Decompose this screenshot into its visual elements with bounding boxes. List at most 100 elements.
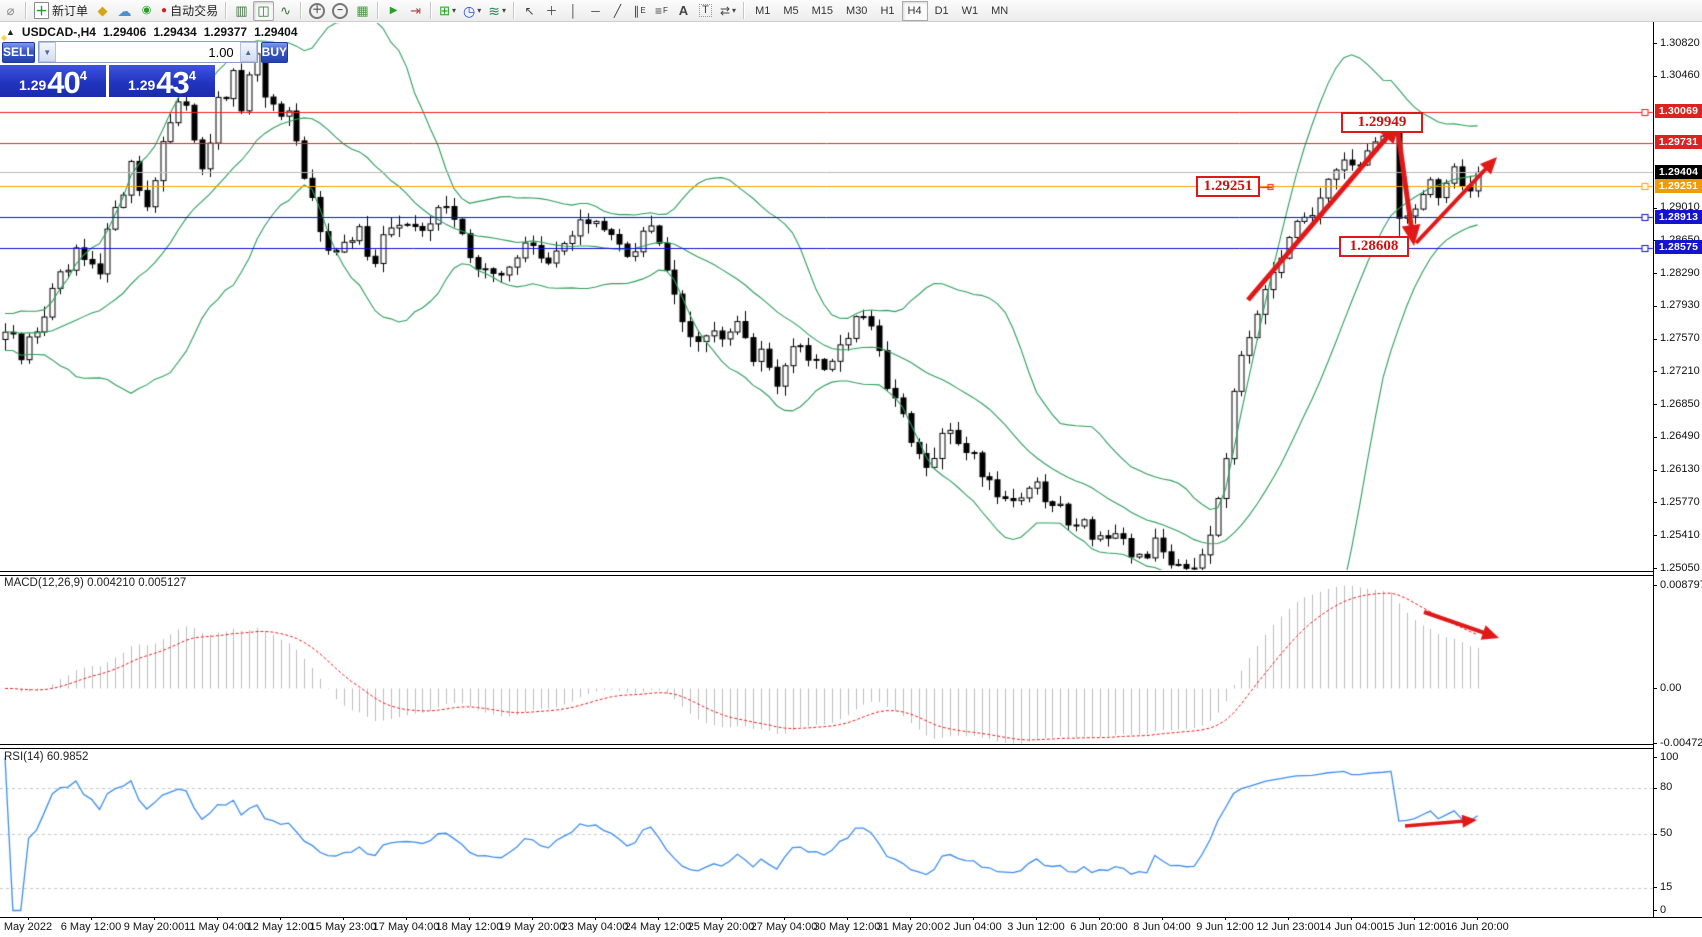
- macd-zero-tick: [1653, 688, 1657, 689]
- timeframe-h1[interactable]: H1: [874, 1, 900, 21]
- profiles-button[interactable]: ◆: [92, 1, 113, 21]
- time-tick-label: 12 May 12:00: [247, 921, 314, 933]
- chart-candles-icon: ◫: [257, 4, 269, 17]
- rsi-tick: [1653, 834, 1657, 835]
- ohlc-open: 1.29406: [103, 25, 146, 39]
- price-tick-mark: [1653, 502, 1657, 503]
- chevron-down-icon[interactable]: ▾: [732, 6, 736, 15]
- sell-price[interactable]: 1.29 40 4: [0, 65, 106, 97]
- autotrading-button[interactable]: ●自动交易: [158, 1, 221, 21]
- new-order-icon: ＋: [34, 2, 49, 19]
- periods-button[interactable]: ◷▾: [460, 1, 484, 21]
- community-button[interactable]: ☁: [114, 1, 135, 21]
- timeframe-m15[interactable]: M15: [806, 1, 839, 21]
- new-chart-button[interactable]: ⊞▾: [436, 1, 459, 21]
- new-order-button[interactable]: ＋新订单: [31, 1, 91, 21]
- clipped-left-icon[interactable]: ⌀: [0, 1, 21, 21]
- price-tick-label: 1.25410: [1660, 529, 1700, 541]
- zoom-in-button[interactable]: ＋: [306, 1, 328, 21]
- timeframe-m1[interactable]: M1: [749, 1, 776, 21]
- chevron-down-icon[interactable]: ▾: [452, 6, 456, 15]
- vertical-line-button[interactable]: │: [563, 1, 584, 21]
- text-button[interactable]: A: [673, 1, 694, 21]
- fibonacci-button[interactable]: ≡F: [651, 1, 672, 21]
- time-tick-label: May 2022: [4, 921, 52, 933]
- time-tick-label: 18 May 12:00: [436, 921, 503, 933]
- time-tick-mark: [910, 917, 911, 920]
- time-tick-label: 12 Jun 23:00: [1256, 921, 1320, 933]
- chart-canvas[interactable]: [0, 0, 1702, 937]
- sell-button[interactable]: SELL: [2, 42, 35, 63]
- collapse-icon[interactable]: ▲: [6, 27, 15, 37]
- candlestick-chart-button[interactable]: ◫: [253, 1, 274, 21]
- sell-price-big: 40: [47, 69, 79, 96]
- time-tick-label: 9 Jun 12:00: [1196, 921, 1254, 933]
- price-tick-label: 1.25770: [1660, 496, 1700, 508]
- price-badge: 1.29251: [1655, 179, 1702, 193]
- toolbar-separator: [513, 2, 515, 19]
- price-annotation-label[interactable]: 1.29251: [1196, 176, 1260, 197]
- indicators-button[interactable]: ≋▾: [485, 1, 509, 21]
- price-tick-mark: [1653, 76, 1657, 77]
- bar-chart-button[interactable]: ▥: [231, 1, 252, 21]
- zoom-out-button[interactable]: −: [329, 1, 351, 21]
- horizontal-line-button[interactable]: ─: [585, 1, 606, 21]
- rsi-value: 60.9852: [47, 751, 89, 763]
- time-tick-mark: [847, 917, 848, 920]
- timeframe-h4[interactable]: H4: [902, 1, 928, 21]
- time-tick-mark: [1351, 917, 1352, 920]
- auto-scroll-button[interactable]: ▶: [383, 1, 404, 21]
- signals-button[interactable]: ◉: [136, 1, 157, 21]
- time-tick-mark: [1225, 917, 1226, 920]
- volume-increase-button[interactable]: ▲: [240, 42, 257, 62]
- chevron-down-icon[interactable]: ▾: [502, 6, 506, 15]
- new-chart-icon: ⊞: [439, 4, 450, 17]
- chart-shift-button[interactable]: ⇥: [405, 1, 426, 21]
- line-chart-button[interactable]: ∿: [275, 1, 296, 21]
- equidistant-channel-button[interactable]: ∥E: [629, 1, 650, 21]
- timeframe-w1[interactable]: W1: [956, 1, 985, 21]
- macd-value: 0.004210: [87, 577, 135, 589]
- time-tick-mark: [280, 917, 281, 920]
- timeframe-d1[interactable]: D1: [929, 1, 955, 21]
- buy-price[interactable]: 1.29 43 4: [109, 65, 215, 97]
- buy-button[interactable]: BUY: [261, 42, 288, 63]
- tile-windows-icon: ▦: [356, 4, 368, 17]
- price-tick-label: 1.25050: [1660, 562, 1700, 574]
- time-tick-label: 19 May 20:00: [499, 921, 566, 933]
- main-macd-separator[interactable]: [0, 571, 1653, 576]
- profiles-icon: ◆: [98, 4, 108, 17]
- timeframe-mn[interactable]: MN: [985, 1, 1014, 21]
- text-label-button[interactable]: T: [695, 1, 716, 21]
- timeframe-m5[interactable]: M5: [777, 1, 804, 21]
- time-tick-label: 23 May 04:00: [562, 921, 629, 933]
- buy-price-big: 43: [156, 69, 188, 96]
- time-tick-label: 14 Jun 04:00: [1319, 921, 1383, 933]
- arrows-icon: ⇄: [720, 5, 730, 17]
- macd-rsi-separator[interactable]: [0, 744, 1653, 749]
- cursor-button[interactable]: ↖: [519, 1, 540, 21]
- time-tick-label: 6 Jun 20:00: [1070, 921, 1128, 933]
- timeframe-m30[interactable]: M30: [840, 1, 873, 21]
- trendline-button[interactable]: ╱: [607, 1, 628, 21]
- price-annotation-label[interactable]: 1.28608: [1339, 236, 1409, 257]
- price-annotation-label[interactable]: 1.29949: [1341, 112, 1423, 133]
- chevron-down-icon[interactable]: ▾: [477, 6, 481, 15]
- price-badge: 1.28913: [1655, 210, 1702, 224]
- toolbar: ⌀＋新订单◆☁◉●自动交易▥◫∿＋−▦▶⇥⊞▾◷▾≋▾↖＋│─╱∥E≡FAT⇄▾…: [0, 0, 1702, 22]
- volume-decrease-button[interactable]: ▼: [39, 42, 56, 62]
- time-tick-mark: [469, 917, 470, 920]
- price-tick-label: 1.28290: [1660, 267, 1700, 279]
- tile-windows-button[interactable]: ▦: [352, 1, 373, 21]
- time-tick-mark: [532, 917, 533, 920]
- indicators-icon: ≋: [488, 4, 500, 18]
- toolbar-separator: [25, 2, 27, 19]
- ohlc-close: 1.29404: [254, 25, 297, 39]
- volume-input[interactable]: [56, 42, 240, 62]
- crosshair-button[interactable]: ＋: [541, 1, 562, 21]
- fibonacci-icon: ≡: [655, 5, 662, 17]
- trade-panel-prices: 1.29 40 4 1.29 43 4: [0, 65, 215, 97]
- price-tick-label: 1.27570: [1660, 332, 1700, 344]
- arrows-button[interactable]: ⇄▾: [717, 1, 739, 21]
- autotrading-button-label: 自动交易: [170, 2, 218, 19]
